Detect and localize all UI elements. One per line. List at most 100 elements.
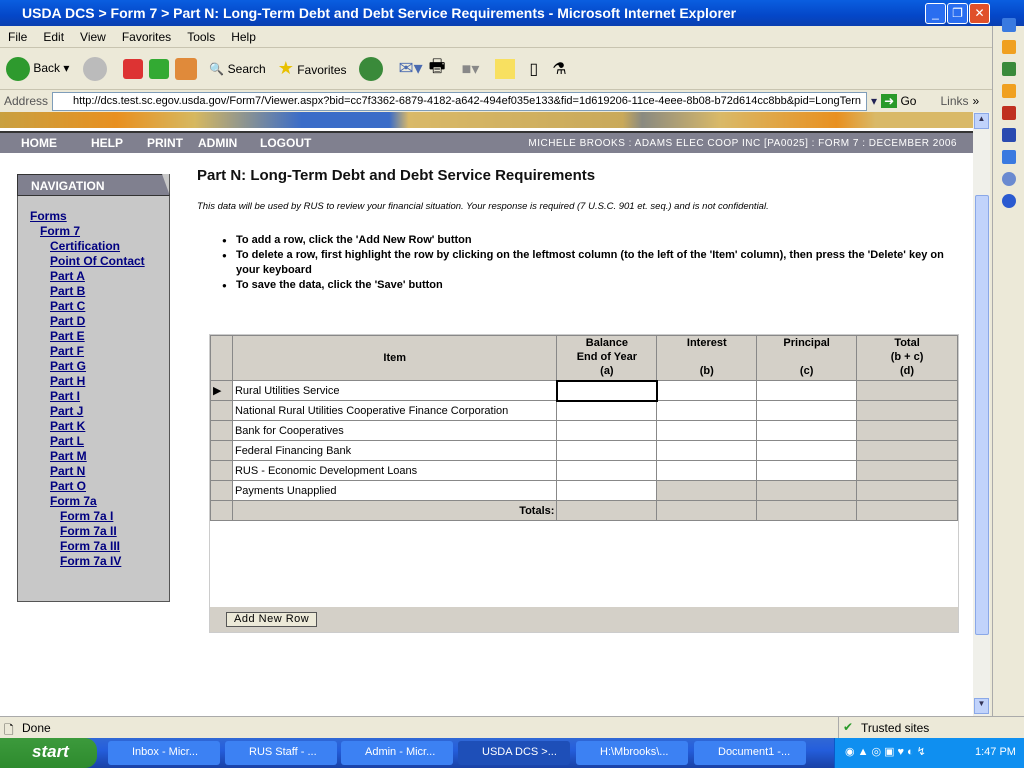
favorites-button[interactable]: ★ Favorites — [278, 58, 347, 79]
mail-icon[interactable]: ✉▾ — [399, 58, 423, 79]
menu-favorites[interactable]: Favorites — [114, 30, 179, 44]
nav-link-form-7a[interactable]: Form 7a — [50, 494, 97, 508]
menu-file[interactable]: File — [0, 30, 35, 44]
nav-link-part-i[interactable]: Part I — [50, 389, 80, 403]
person-icon[interactable] — [1002, 172, 1016, 186]
nav-link-part-h[interactable]: Part H — [50, 374, 85, 388]
nav-help[interactable]: HELP — [91, 136, 123, 150]
links-button[interactable]: Links — [940, 94, 968, 108]
taskbar-item[interactable]: H:\Mbrooks\... — [576, 741, 688, 765]
edit-icon[interactable]: ■▾ — [462, 59, 480, 79]
nav-link-part-o[interactable]: Part O — [50, 479, 86, 493]
menu-help[interactable]: Help — [223, 30, 264, 44]
balance-cell[interactable] — [556, 460, 658, 481]
media-icon[interactable] — [1002, 194, 1016, 208]
nav-link-form-7[interactable]: Form 7 — [40, 224, 80, 238]
taskbar-item[interactable]: Inbox - Micr... — [108, 741, 220, 765]
nav-link-part-b[interactable]: Part B — [50, 284, 85, 298]
research-icon[interactable]: ⚗ — [552, 59, 566, 79]
address-dropdown-icon[interactable]: ▾ — [871, 94, 877, 108]
interest-cell[interactable] — [656, 380, 758, 401]
maximize-button[interactable]: ❐ — [947, 3, 968, 24]
balance-cell[interactable] — [556, 400, 658, 421]
table-row[interactable]: RUS - Economic Development Loans — [210, 460, 958, 481]
taskbar-item[interactable]: USDA DCS >... — [458, 741, 570, 765]
taskbar-item[interactable]: RUS Staff - ... — [225, 741, 337, 765]
nav-link-part-k[interactable]: Part K — [50, 419, 85, 433]
nav-link-part-g[interactable]: Part G — [50, 359, 86, 373]
tray-icons[interactable]: ◉▲◎▣♥◐↯ — [845, 745, 929, 758]
explorer-icon[interactable] — [1002, 150, 1016, 164]
principal-cell[interactable] — [756, 420, 858, 441]
row-selector[interactable] — [210, 460, 233, 481]
principal-cell[interactable] — [756, 460, 858, 481]
refresh-icon[interactable] — [149, 58, 170, 79]
scroll-down-button[interactable]: ▼ — [974, 698, 989, 714]
home-icon[interactable] — [175, 57, 198, 80]
table-row[interactable]: Payments Unapplied — [210, 480, 958, 501]
print-icon[interactable]: 🖶 — [429, 54, 446, 84]
balance-cell[interactable] — [556, 440, 658, 461]
menu-view[interactable]: View — [72, 30, 114, 44]
principal-cell[interactable] — [756, 380, 858, 401]
nav-logout[interactable]: LOGOUT — [260, 136, 311, 150]
balance-cell[interactable] — [556, 480, 658, 501]
nav-link-part-j[interactable]: Part J — [50, 404, 83, 418]
nav-link-part-a[interactable]: Part A — [50, 269, 85, 283]
nav-link-point-of-contact[interactable]: Point Of Contact — [50, 254, 145, 268]
nav-print[interactable]: PRINT — [147, 136, 183, 150]
nav-admin[interactable]: ADMIN — [198, 136, 237, 150]
messenger-icon[interactable]: ▯ — [529, 59, 538, 79]
row-selector[interactable] — [210, 480, 233, 501]
start-button[interactable]: start — [0, 738, 97, 768]
interest-cell[interactable] — [656, 460, 758, 481]
balance-cell[interactable] — [555, 379, 658, 402]
note-icon[interactable] — [495, 58, 516, 79]
search-button[interactable]: 🔍 Search — [209, 62, 265, 76]
close-button[interactable]: ✕ — [969, 3, 990, 24]
nav-link-forms[interactable]: Forms — [30, 209, 67, 223]
excel-icon[interactable] — [1002, 62, 1016, 76]
interest-cell[interactable] — [656, 420, 758, 441]
ie-icon[interactable] — [1002, 18, 1016, 32]
calendar-icon[interactable] — [1002, 84, 1016, 98]
nav-link-part-d[interactable]: Part D — [50, 314, 85, 328]
nav-home[interactable]: HOME — [21, 136, 57, 150]
interest-cell[interactable] — [656, 400, 758, 421]
menu-edit[interactable]: Edit — [35, 30, 72, 44]
nav-link-part-l[interactable]: Part L — [50, 434, 84, 448]
row-selector[interactable] — [210, 440, 233, 461]
principal-cell[interactable] — [756, 400, 858, 421]
scrollbar-thumb[interactable] — [975, 195, 989, 635]
row-selector[interactable]: ▶ — [210, 380, 233, 401]
nav-link-form-7a-ii[interactable]: Form 7a II — [60, 524, 117, 538]
nav-link-form-7a-iv[interactable]: Form 7a IV — [60, 554, 121, 568]
table-row[interactable]: Federal Financing Bank — [210, 440, 958, 461]
nav-link-form-7a-i[interactable]: Form 7a I — [60, 509, 113, 523]
add-new-row-button[interactable]: Add New Row — [226, 612, 318, 627]
powerpoint-icon[interactable] — [1002, 106, 1016, 120]
nav-link-part-c[interactable]: Part C — [50, 299, 85, 313]
interest-cell[interactable] — [656, 440, 758, 461]
nav-link-form-7a-iii[interactable]: Form 7a III — [60, 539, 120, 553]
taskbar-item[interactable]: Document1 -... — [694, 741, 806, 765]
table-row[interactable]: Bank for Cooperatives — [210, 420, 958, 441]
menu-tools[interactable]: Tools — [179, 30, 223, 44]
history-icon[interactable] — [358, 56, 383, 81]
table-row[interactable]: ▶ Rural Utilities Service — [210, 379, 958, 402]
balance-cell[interactable] — [556, 420, 658, 441]
row-selector[interactable] — [210, 400, 233, 421]
nav-link-part-e[interactable]: Part E — [50, 329, 85, 343]
table-row[interactable]: National Rural Utilities Cooperative Fin… — [210, 400, 958, 421]
nav-link-part-f[interactable]: Part F — [50, 344, 84, 358]
word-icon[interactable] — [1002, 128, 1016, 142]
nav-link-certification[interactable]: Certification — [50, 239, 120, 253]
scroll-up-button[interactable]: ▲ — [974, 113, 989, 129]
forward-icon[interactable] — [83, 56, 108, 81]
taskbar-item[interactable]: Admin - Micr... — [341, 741, 453, 765]
stop-icon[interactable] — [123, 58, 144, 79]
nav-link-part-m[interactable]: Part M — [50, 449, 87, 463]
minimize-button[interactable]: _ — [925, 3, 946, 24]
back-button[interactable]: Back ▾ — [6, 56, 69, 81]
principal-cell[interactable] — [756, 440, 858, 461]
